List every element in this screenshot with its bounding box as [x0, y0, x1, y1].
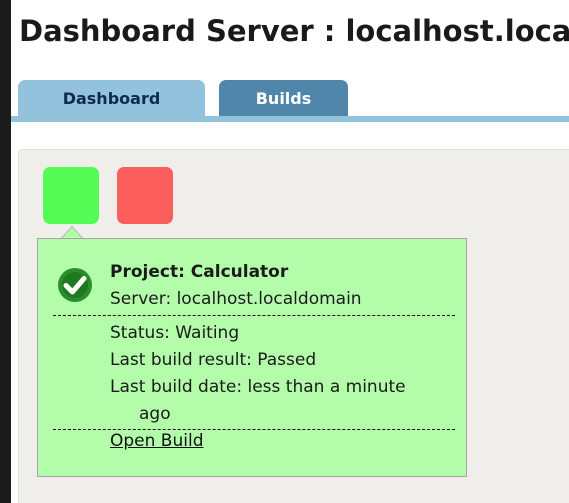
- divider: [53, 315, 455, 316]
- tab-bar: Dashboard Builds: [11, 80, 569, 117]
- last-build-date-continuation: ago: [139, 404, 171, 424]
- last-build-date: Last build date: less than a minute: [110, 377, 406, 397]
- project-status-box-failed[interactable]: [117, 167, 173, 224]
- project-details-popup: Project: Calculator Server: localhost.lo…: [37, 238, 467, 477]
- open-build-link[interactable]: Open Build: [110, 428, 203, 455]
- tab-dashboard[interactable]: Dashboard: [18, 80, 205, 117]
- project-server: Server: localhost.localdomain: [110, 289, 362, 309]
- last-build-result: Last build result: Passed: [110, 350, 317, 370]
- project-status: Status: Waiting: [110, 323, 240, 343]
- tab-underline: [11, 116, 569, 122]
- project-name: Project: Calculator: [110, 262, 289, 282]
- popup-pointer: [62, 227, 82, 238]
- page-title: Dashboard Server : localhost.localdomain: [19, 14, 569, 48]
- check-circle-icon: [56, 266, 94, 304]
- dashboard-page: Dashboard Server : localhost.localdomain…: [11, 0, 569, 503]
- project-status-box-calculator[interactable]: [43, 167, 99, 224]
- tab-builds[interactable]: Builds: [219, 80, 348, 117]
